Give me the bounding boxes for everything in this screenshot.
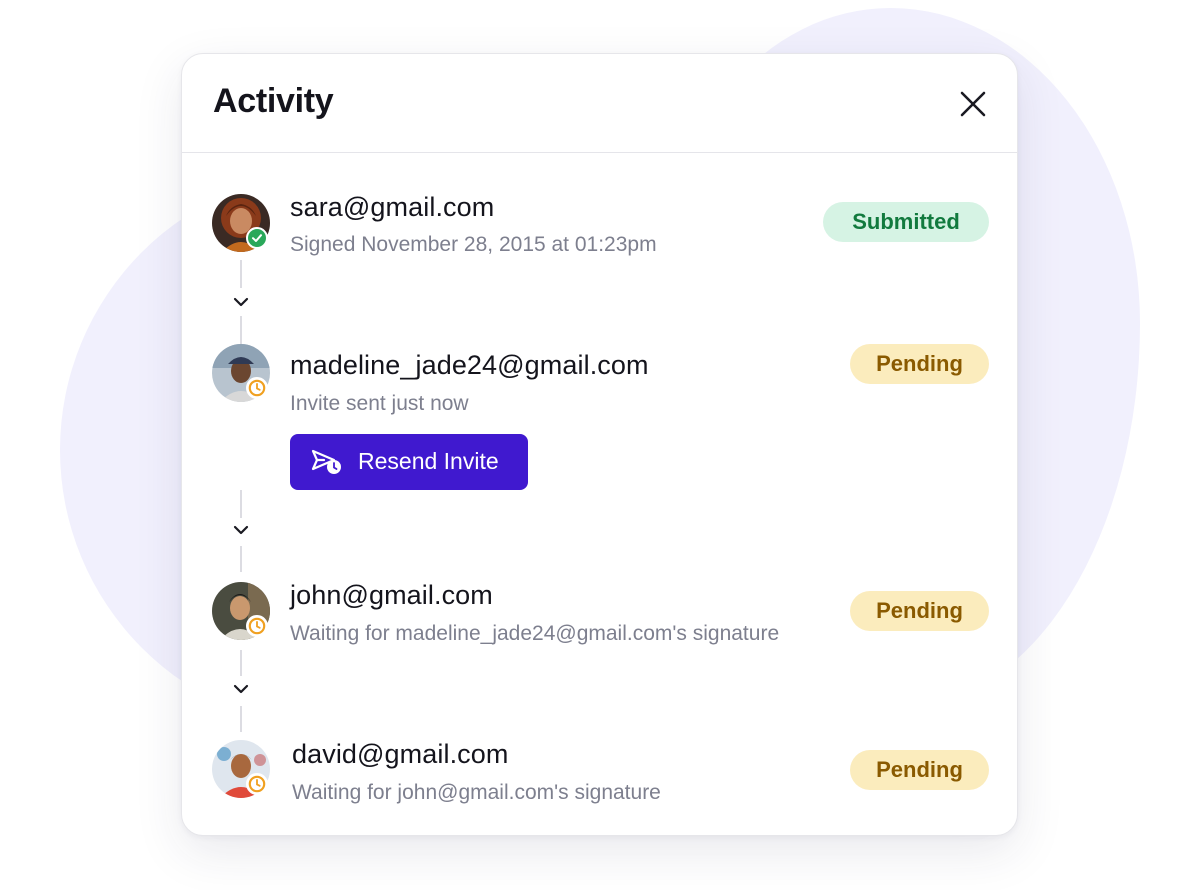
- page: Activity sara@gmail.com Signed November …: [0, 0, 1200, 890]
- timeline-connector: [240, 706, 242, 732]
- clock-badge: [246, 377, 268, 399]
- status-badge: Pending: [850, 591, 989, 631]
- clock-icon: [248, 617, 266, 635]
- resend-invite-label: Resend Invite: [358, 448, 499, 474]
- entry-email: madeline_jade24@gmail.com: [290, 350, 649, 380]
- timeline-connector: [240, 260, 242, 288]
- clock-icon: [248, 775, 266, 793]
- activity-panel: Activity sara@gmail.com Signed November …: [181, 53, 1018, 836]
- timeline-connector: [240, 546, 242, 572]
- chevron-down-icon: [233, 525, 249, 535]
- check-badge: [246, 227, 268, 249]
- send-clock-icon: [311, 449, 341, 474]
- entry-detail: Waiting for madeline_jade24@gmail.com's …: [290, 622, 780, 645]
- entry-detail: Invite sent just now: [290, 392, 469, 415]
- status-badge: Pending: [850, 750, 989, 790]
- entry-email: sara@gmail.com: [290, 192, 495, 222]
- timeline-connector: [240, 490, 242, 518]
- status-badge: Pending: [850, 344, 989, 384]
- entry-email: david@gmail.com: [292, 739, 509, 769]
- entry-detail: Waiting for john@gmail.com's signature: [292, 781, 661, 804]
- resend-invite-button[interactable]: Resend Invite: [290, 434, 528, 490]
- clock-badge: [246, 773, 268, 795]
- clock-badge: [246, 615, 268, 637]
- chevron-down-icon: [233, 684, 249, 694]
- check-icon: [252, 234, 262, 242]
- entry-detail: Signed November 28, 2015 at 01:23pm: [290, 233, 657, 256]
- entry-email: john@gmail.com: [290, 580, 493, 610]
- chevron-down-icon: [233, 297, 249, 307]
- status-badge: Submitted: [823, 202, 989, 242]
- close-icon: [960, 91, 986, 117]
- timeline-connector: [240, 650, 242, 676]
- timeline-connector: [240, 316, 242, 344]
- panel-title: Activity: [213, 82, 334, 120]
- clock-icon: [248, 379, 266, 397]
- panel-header: Activity: [182, 54, 1017, 153]
- close-button[interactable]: [955, 86, 991, 122]
